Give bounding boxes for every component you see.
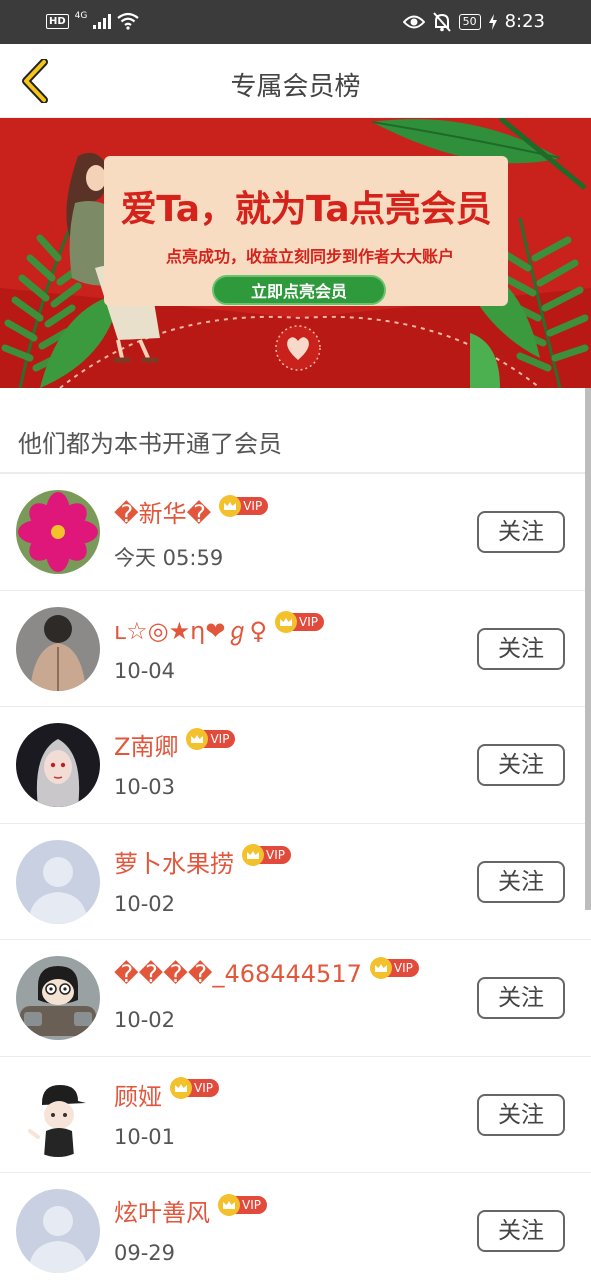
scrollbar[interactable] bbox=[585, 388, 591, 910]
crown-icon bbox=[218, 1193, 240, 1216]
charging-icon bbox=[488, 13, 497, 30]
avatar[interactable] bbox=[16, 1072, 100, 1157]
follow-button[interactable]: 关注 bbox=[477, 977, 565, 1019]
vip-badge: VIP bbox=[170, 1077, 219, 1099]
member-name[interactable]: ����_468444517 bbox=[114, 960, 362, 988]
avatar[interactable] bbox=[16, 956, 100, 1040]
join-date: 10-01 bbox=[114, 1124, 176, 1149]
crown-icon bbox=[242, 844, 264, 866]
page-title: 专属会员榜 bbox=[230, 72, 361, 102]
eye-icon bbox=[402, 15, 425, 28]
section-title: 他们都为本书开通了会员 bbox=[18, 430, 282, 458]
list-item[interactable]: �新华� VIP 今天 05:59 关注 bbox=[0, 474, 591, 591]
list-item[interactable]: 萝卜水果捞 VIP 10-02 关注 bbox=[0, 824, 591, 940]
light-up-vip-button[interactable]: 立即点亮会员 bbox=[212, 275, 386, 305]
avatar[interactable] bbox=[16, 723, 100, 807]
avatar[interactable] bbox=[16, 839, 100, 924]
vip-badge: VIP bbox=[369, 957, 419, 979]
list-item[interactable]: ����_468444517 VIP 10-02 关注 bbox=[0, 940, 591, 1057]
battery-level: 50 bbox=[458, 13, 481, 30]
follow-button[interactable]: 关注 bbox=[477, 511, 565, 553]
follow-button[interactable]: 关注 bbox=[477, 1210, 565, 1252]
banner-subtitle: 点亮成功，收益立刻同步到作者大大账户 bbox=[165, 247, 454, 266]
vip-badge: VIP bbox=[218, 1193, 267, 1216]
crown-icon bbox=[186, 727, 209, 750]
member-name[interactable]: Z南卿 bbox=[114, 727, 178, 762]
vip-badge: VIP bbox=[219, 494, 269, 517]
member-name[interactable]: 顾娅 bbox=[114, 1077, 162, 1112]
join-date: 10-02 bbox=[114, 891, 176, 916]
hd-indicator: HD bbox=[46, 13, 69, 29]
join-date: 10-04 bbox=[114, 658, 176, 683]
list-item[interactable]: Z南卿 VIP 10-03 关注 bbox=[0, 707, 591, 824]
join-date: 今天 05:59 bbox=[114, 546, 224, 570]
member-name[interactable]: 萝卜水果捞 bbox=[114, 844, 234, 879]
clock: 8:23 bbox=[504, 11, 545, 32]
join-date: 10-03 bbox=[114, 775, 176, 799]
status-bar: HD 4G 50 8:23 bbox=[0, 0, 591, 44]
app-header: 专属会员榜 bbox=[0, 44, 591, 118]
network-type: 4G bbox=[74, 11, 88, 21]
member-list: �新华� VIP 今天 05:59 关注 ʟ☆◎★η❤ℊ♀ VIP 10-04 … bbox=[0, 474, 591, 1280]
avatar[interactable] bbox=[16, 1189, 100, 1273]
status-right: 50 8:23 bbox=[402, 11, 545, 32]
vip-badge: VIP bbox=[186, 727, 236, 750]
crown-icon bbox=[275, 611, 298, 633]
list-item[interactable]: 顾娅 VIP 10-01 关注 bbox=[0, 1057, 591, 1173]
member-name[interactable]: ʟ☆◎★η❤ℊ♀ bbox=[114, 611, 267, 646]
crown-icon bbox=[170, 1077, 192, 1099]
list-item[interactable]: ʟ☆◎★η❤ℊ♀ VIP 10-04 关注 bbox=[0, 591, 591, 707]
vip-badge: VIP bbox=[242, 844, 291, 866]
member-name[interactable]: �新华� bbox=[114, 494, 211, 529]
signal-icon bbox=[93, 13, 112, 29]
follow-button[interactable]: 关注 bbox=[477, 860, 565, 903]
wifi-icon bbox=[117, 12, 140, 30]
list-item[interactable]: 炫叶善风 VIP 09-29 关注 bbox=[0, 1173, 591, 1280]
member-name[interactable]: 炫叶善风 bbox=[114, 1193, 210, 1228]
vip-banner[interactable]: 爱Ta，就为Ta点亮会员 点亮成功，收益立刻同步到作者大大账户 立即点亮会员 bbox=[0, 118, 591, 388]
vip-badge: VIP bbox=[275, 611, 325, 633]
follow-button[interactable]: 关注 bbox=[477, 1093, 565, 1136]
join-date: 10-02 bbox=[114, 1008, 176, 1032]
follow-button[interactable]: 关注 bbox=[477, 627, 565, 670]
crown-icon bbox=[219, 494, 242, 517]
join-date: 09-29 bbox=[114, 1241, 176, 1265]
avatar[interactable] bbox=[16, 490, 100, 574]
follow-button[interactable]: 关注 bbox=[477, 744, 565, 786]
crown-icon bbox=[369, 957, 392, 979]
bell-muted-icon bbox=[432, 11, 451, 32]
banner-title: 爱Ta，就为Ta点亮会员 bbox=[120, 189, 492, 230]
status-left: HD 4G bbox=[46, 11, 140, 30]
avatar[interactable] bbox=[16, 606, 100, 691]
